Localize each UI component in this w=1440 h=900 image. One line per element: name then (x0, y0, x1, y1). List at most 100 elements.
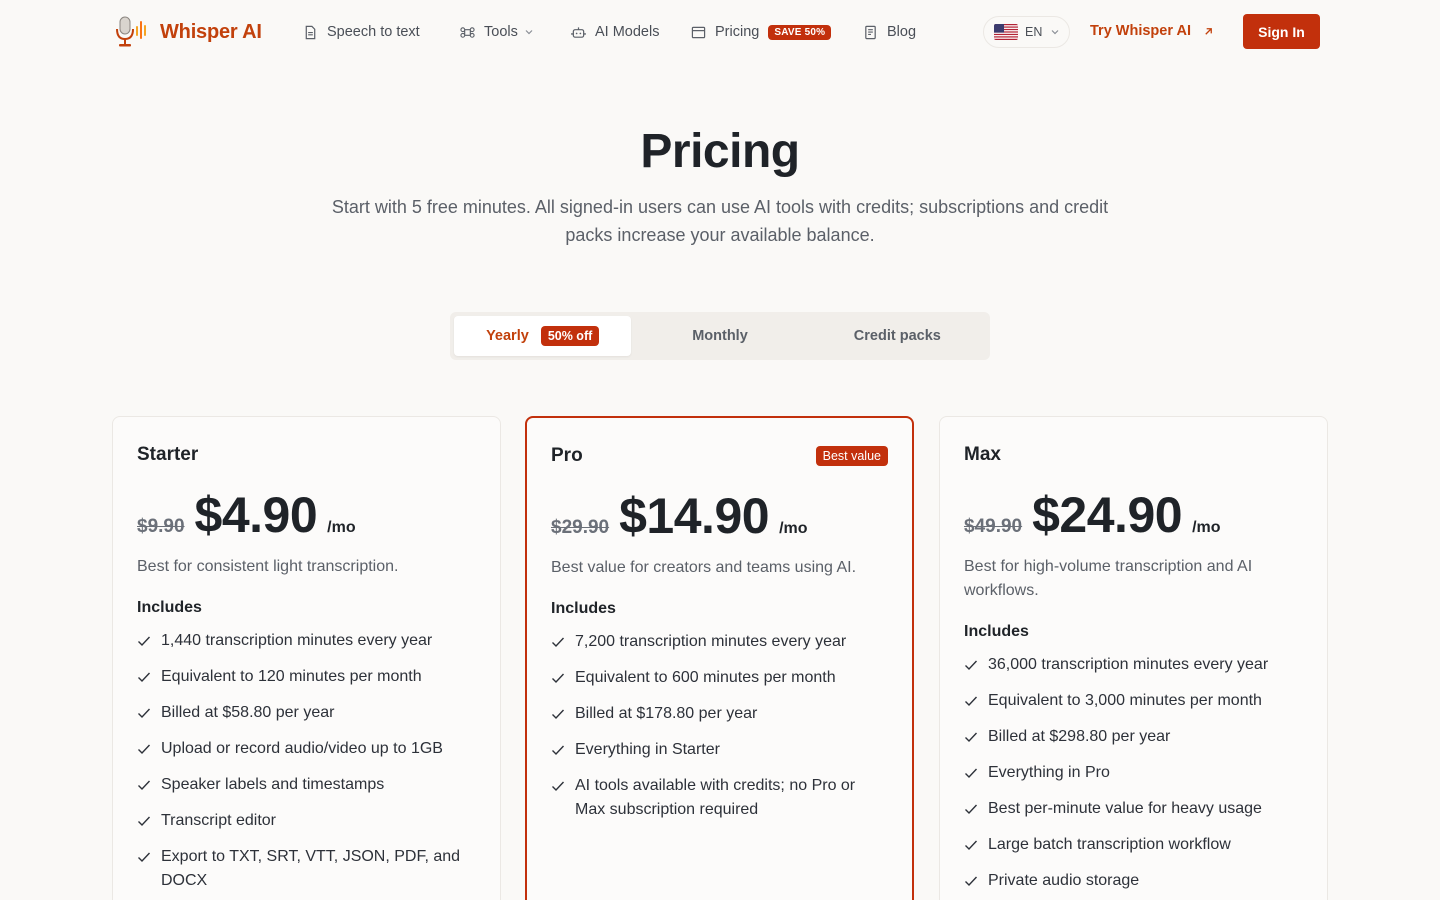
check-icon (965, 876, 978, 887)
check-icon (965, 696, 978, 707)
page-title: Pricing (640, 125, 800, 178)
check-icon (138, 708, 151, 719)
feature-item: Billed at $178.80 per year (551, 702, 888, 726)
toggle-monthly[interactable]: Monthly (631, 316, 808, 356)
top-nav: Whisper AI Speech to text Tools AI Model… (0, 0, 1440, 64)
chevron-down-icon (525, 30, 533, 35)
plan-card-max: Max $49.90 $24.90 /mo Best for high-volu… (939, 416, 1328, 900)
plan-name: Starter (137, 444, 199, 465)
try-label: Try Whisper AI (1090, 23, 1191, 39)
nav-label: Speech to text (327, 24, 420, 40)
check-icon (138, 852, 151, 863)
price-period: /mo (779, 520, 808, 537)
chevron-down-icon (1051, 30, 1059, 35)
feature-item: 1,440 transcription minutes every year (137, 629, 476, 653)
feature-list: 36,000 transcription minutes every year E… (964, 653, 1303, 893)
check-icon (965, 840, 978, 851)
robot-icon (571, 26, 586, 38)
includes-heading: Includes (551, 600, 616, 617)
command-icon (460, 26, 475, 38)
feature-text: Equivalent to 120 minutes per month (161, 668, 422, 685)
feature-text: Billed at $58.80 per year (161, 704, 335, 721)
includes-heading: Includes (964, 623, 1029, 640)
price-period: /mo (1192, 519, 1221, 536)
feature-text: Large batch transcription workflow (988, 836, 1231, 853)
language-code: EN (1025, 25, 1043, 39)
plan-description: Best value for creators and teams using … (551, 559, 857, 576)
toggle-yearly[interactable]: Yearly 50% off (454, 316, 632, 356)
microphone-logo-icon (113, 15, 149, 49)
old-price: $49.90 (964, 516, 1023, 537)
plan-name: Max (964, 444, 1001, 465)
feature-item: Best per-minute value for heavy usage (964, 797, 1303, 821)
feature-item: Equivalent to 3,000 minutes per month (964, 689, 1303, 713)
feature-text: Everything in Pro (988, 764, 1110, 781)
try-whisper-link[interactable]: Try Whisper AI (1090, 23, 1214, 39)
billing-toggle: Yearly 50% off Monthly Credit packs (450, 312, 990, 360)
best-value-badge: Best value (815, 446, 888, 466)
feature-item: Everything in Starter (551, 738, 888, 762)
plan-description: Best for consistent light transcription. (137, 558, 399, 575)
feature-text: Transcript editor (161, 812, 276, 829)
feature-item: Everything in Pro (964, 761, 1303, 785)
brand-name: Whisper AI (160, 20, 262, 43)
toggle-label: Credit packs (853, 328, 941, 344)
toggle-label: Monthly (692, 328, 748, 344)
feature-item: 36,000 transcription minutes every year (964, 653, 1303, 677)
feature-text: Equivalent to 3,000 minutes per month (988, 692, 1262, 709)
feature-text: Everything in Starter (575, 741, 720, 758)
feature-item: Billed at $298.80 per year (964, 725, 1303, 749)
nav-label: AI Models (595, 24, 660, 40)
check-icon (552, 781, 565, 792)
nav-speech-to-text[interactable]: Speech to text (303, 22, 420, 42)
feature-item: Private audio storage (964, 869, 1303, 893)
feature-item: AI tools available with credits; no Pro … (551, 774, 888, 822)
feature-text: 1,440 transcription minutes every year (161, 632, 433, 649)
plan-description: Best for high-volume transcription and A… (964, 558, 1253, 599)
nav-tools[interactable]: Tools (460, 22, 534, 42)
feature-text: Billed at $298.80 per year (988, 728, 1171, 745)
nav-blog[interactable]: Blog (863, 22, 916, 42)
check-icon (138, 816, 151, 827)
feature-text: Private audio storage (988, 872, 1140, 889)
sign-in-button[interactable]: Sign In (1243, 14, 1320, 49)
arrow-up-right-icon (1205, 27, 1212, 35)
nav-pricing[interactable]: Pricing SAVE 50% (691, 22, 832, 42)
includes-heading: Includes (137, 599, 202, 616)
page-subtitle: Start with 5 free minutes. All signed-in… (331, 197, 1109, 245)
feature-item: 7,200 transcription minutes every year (551, 630, 888, 654)
nav-ai-models[interactable]: AI Models (571, 22, 659, 42)
toggle-label: Yearly (486, 328, 529, 344)
plan-price: $4.90 (194, 487, 318, 543)
check-icon (138, 636, 151, 647)
document-icon (305, 25, 316, 39)
language-selector[interactable]: EN (983, 16, 1070, 48)
logo[interactable]: Whisper AI (113, 15, 262, 49)
feature-text: Upload or record audio/video up to 1GB (161, 740, 443, 757)
nav-label: Blog (887, 24, 917, 40)
old-price: $29.90 (551, 517, 610, 538)
check-icon (552, 745, 565, 756)
feature-list: 1,440 transcription minutes every year Eq… (137, 629, 476, 893)
feature-text: 7,200 transcription minutes every year (575, 633, 847, 650)
check-icon (552, 673, 565, 684)
window-icon (691, 26, 706, 38)
check-icon (552, 637, 565, 648)
feature-item: Upload or record audio/video up to 1GB (137, 737, 476, 761)
check-icon (552, 709, 565, 720)
check-icon (965, 660, 978, 671)
plan-name: Pro (551, 445, 583, 466)
check-icon (138, 744, 151, 755)
save-badge: SAVE 50% (768, 24, 832, 40)
plan-card-pro: Pro Best value $29.90 $14.90 /mo Best va… (525, 416, 914, 900)
toggle-credit-packs[interactable]: Credit packs (809, 316, 986, 356)
feature-text: AI tools available with credits; no Pro … (575, 777, 856, 818)
feature-text: Billed at $178.80 per year (575, 705, 758, 722)
nav-label: Tools (484, 24, 518, 40)
check-icon (138, 780, 151, 791)
book-icon (865, 25, 876, 39)
feature-text: Export to TXT, SRT, VTT, JSON, PDF, and … (161, 848, 461, 889)
feature-text: Speaker labels and timestamps (161, 776, 385, 793)
feature-item: Speaker labels and timestamps (137, 773, 476, 797)
feature-list: 7,200 transcription minutes every year Eq… (551, 630, 888, 822)
